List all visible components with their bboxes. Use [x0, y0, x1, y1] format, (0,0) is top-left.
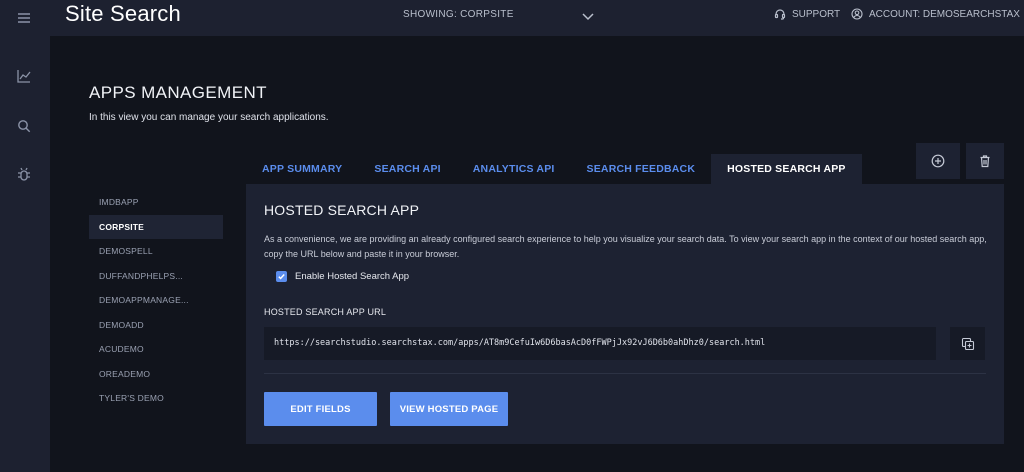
chevron-down-icon[interactable]	[581, 9, 595, 21]
hosted-url-field[interactable]: https://searchstudio.searchstax.com/apps…	[264, 327, 936, 360]
support-link[interactable]: SUPPORT	[774, 7, 840, 21]
enable-hosted-row: Enable Hosted Search App	[276, 271, 409, 282]
app-item-demoadd[interactable]: DEMOADD	[89, 313, 223, 338]
tab-analytics-api[interactable]: ANALYTICS API	[457, 154, 571, 184]
tab-search-feedback[interactable]: SEARCH FEEDBACK	[571, 154, 712, 184]
app-item-demoappmanage[interactable]: DEMOAPPMANAGE...	[89, 288, 223, 313]
app-list: IMDBAPP CORPSITE DEMOSPELL DUFFANDPHELPS…	[89, 190, 223, 411]
left-rail	[0, 0, 50, 472]
hosted-search-app-panel: HOSTED SEARCH APP As a convenience, we a…	[246, 184, 1004, 444]
view-hosted-page-button[interactable]: VIEW HOSTED PAGE	[390, 392, 508, 426]
app-item-duffandphelps[interactable]: DUFFANDPHELPS...	[89, 264, 223, 289]
app-item-tylers-demo[interactable]: TYLER'S DEMO	[89, 386, 223, 411]
tab-hosted-search-app[interactable]: HOSTED SEARCH APP	[711, 154, 862, 184]
enable-hosted-checkbox[interactable]	[276, 271, 287, 282]
search-icon[interactable]	[16, 118, 32, 134]
app-item-acudemo[interactable]: ACUDEMO	[89, 337, 223, 362]
page-subtitle: In this view you can manage your search …	[89, 112, 329, 123]
chart-icon[interactable]	[16, 68, 32, 84]
bug-icon[interactable]	[16, 167, 32, 183]
menu-icon[interactable]	[16, 10, 32, 26]
add-app-button[interactable]	[916, 143, 960, 179]
enable-hosted-label: Enable Hosted Search App	[295, 271, 410, 282]
tab-bar: APP SUMMARY SEARCH API ANALYTICS API SEA…	[246, 154, 862, 184]
support-label: SUPPORT	[792, 8, 841, 20]
panel-divider	[264, 373, 986, 374]
account-menu[interactable]: ACCOUNT: DEMOSEARCHSTAX	[851, 7, 1020, 21]
app-item-imdbapp[interactable]: IMDBAPP	[89, 190, 223, 215]
copy-url-button[interactable]	[950, 327, 985, 360]
trash-icon	[980, 155, 990, 168]
edit-fields-button[interactable]: EDIT FIELDS	[264, 392, 377, 426]
copy-icon	[961, 337, 974, 350]
app-item-oreademo[interactable]: OREADEMO	[89, 362, 223, 387]
check-icon	[278, 274, 285, 280]
brand-title: Site Search	[65, 1, 181, 26]
tab-search-api[interactable]: SEARCH API	[358, 154, 456, 184]
app-item-corpsite[interactable]: CORPSITE	[89, 214, 223, 239]
showing-selector-label[interactable]: SHOWING: CORPSITE	[403, 9, 514, 20]
user-circle-icon	[851, 8, 863, 20]
url-label: HOSTED SEARCH APP URL	[264, 307, 387, 317]
panel-description: As a convenience, we are providing an al…	[264, 234, 987, 259]
account-label: ACCOUNT: DEMOSEARCHSTAX	[869, 8, 1020, 20]
top-bar: Site Search SHOWING: CORPSITE SUPPORT AC…	[50, 0, 1024, 36]
delete-app-button[interactable]	[966, 143, 1004, 179]
tab-app-summary[interactable]: APP SUMMARY	[246, 154, 358, 184]
page-title: APPS MANAGEMENT	[89, 83, 267, 102]
app-item-demospell[interactable]: DEMOSPELL	[89, 239, 223, 264]
panel-title: HOSTED SEARCH APP	[264, 202, 420, 218]
headset-icon	[774, 9, 786, 20]
plus-circle-icon	[931, 154, 945, 168]
